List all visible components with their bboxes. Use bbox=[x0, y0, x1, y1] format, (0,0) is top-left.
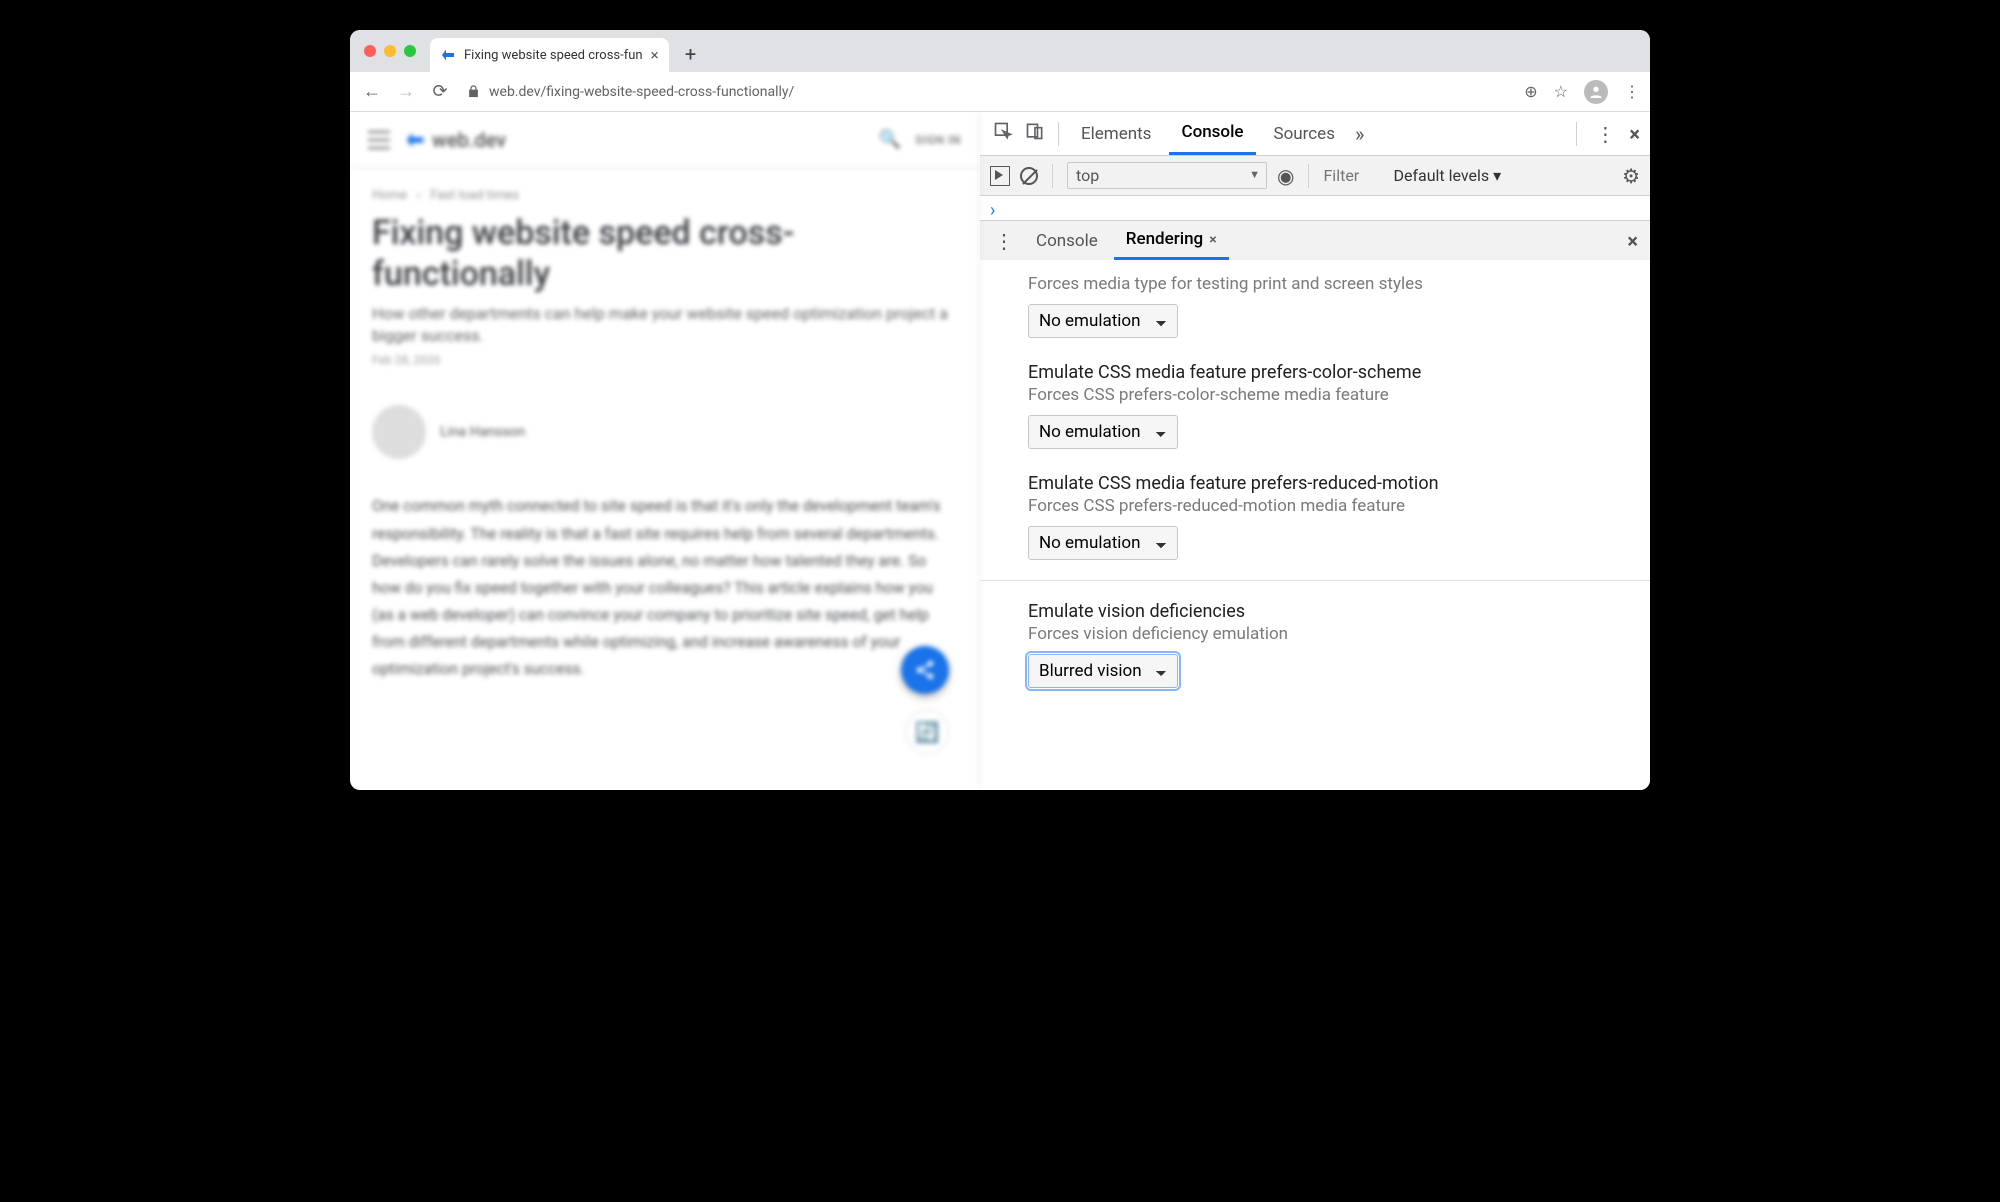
maximize-window-button[interactable] bbox=[404, 45, 416, 57]
sign-in-button[interactable]: SIGN IN bbox=[915, 133, 961, 147]
clear-console-icon[interactable] bbox=[1020, 167, 1038, 185]
new-tab-button[interactable]: + bbox=[677, 40, 705, 68]
menu-icon[interactable] bbox=[368, 131, 390, 149]
browser-toolbar: ← → ⟳ web.dev/fixing-website-speed-cross… bbox=[350, 72, 1650, 112]
devtools-tab-bar: Elements Console Sources » ⋮ × bbox=[980, 112, 1650, 156]
share-fab-button[interactable] bbox=[901, 646, 949, 694]
section-media-type: Forces media type for testing print and … bbox=[980, 264, 1650, 352]
site-brand[interactable]: web.dev bbox=[404, 128, 506, 152]
page-title: Fixing website speed cross-functionally bbox=[350, 207, 979, 301]
drawer-tab-close-icon[interactable]: × bbox=[1209, 232, 1216, 248]
color-scheme-select[interactable]: No emulation bbox=[1028, 415, 1178, 449]
drawer-menu-icon[interactable]: ⋮ bbox=[988, 229, 1020, 253]
vision-deficiency-select[interactable]: Blurred vision bbox=[1028, 654, 1178, 688]
context-label: top bbox=[1076, 166, 1099, 185]
url-text: web.dev/fixing-website-speed-cross-funct… bbox=[489, 84, 794, 100]
more-tabs-icon[interactable]: » bbox=[1355, 122, 1364, 146]
minimize-window-button[interactable] bbox=[384, 45, 396, 57]
reload-button[interactable]: ⟳ bbox=[428, 81, 452, 102]
site-header: web.dev 🔍 SIGN IN bbox=[350, 112, 979, 168]
profile-avatar-icon[interactable] bbox=[1584, 80, 1608, 104]
console-toolbar: top ◉ Default levels ▾ ⚙ bbox=[980, 156, 1650, 196]
content-area: web.dev 🔍 SIGN IN Home › Fast load times… bbox=[350, 112, 1650, 790]
rendering-panel: Forces media type for testing print and … bbox=[980, 260, 1650, 790]
webpage-viewport: web.dev 🔍 SIGN IN Home › Fast load times… bbox=[350, 112, 980, 790]
color-scheme-desc: Forces CSS prefers-color-scheme media fe… bbox=[1028, 385, 1634, 405]
brand-text: web.dev bbox=[432, 128, 506, 152]
devtools-panel: Elements Console Sources » ⋮ × top ◉ bbox=[980, 112, 1650, 790]
section-reduced-motion: Emulate CSS media feature prefers-reduce… bbox=[980, 463, 1650, 574]
media-type-select[interactable]: No emulation bbox=[1028, 304, 1178, 338]
article-body: One common myth connected to site speed … bbox=[350, 483, 979, 693]
reduced-motion-title: Emulate CSS media feature prefers-reduce… bbox=[1028, 473, 1634, 494]
translate-fab-button[interactable]: 🔄 bbox=[905, 710, 949, 754]
live-expression-icon[interactable]: ◉ bbox=[1277, 164, 1294, 188]
tab-console[interactable]: Console bbox=[1169, 112, 1255, 155]
forward-button[interactable]: → bbox=[394, 81, 418, 102]
tab-sources[interactable]: Sources bbox=[1262, 114, 1347, 154]
close-window-button[interactable] bbox=[364, 45, 376, 57]
author-block: Lina Hansson bbox=[350, 387, 979, 483]
browser-tab[interactable]: Fixing website speed cross-fun × bbox=[430, 38, 669, 72]
page-subtitle: How other departments can help make your… bbox=[350, 301, 979, 350]
execution-context-icon[interactable] bbox=[990, 166, 1010, 186]
breadcrumb-section[interactable]: Fast load times bbox=[430, 188, 519, 203]
author-name: Lina Hansson bbox=[440, 424, 525, 440]
bookmark-icon[interactable]: ☆ bbox=[1554, 82, 1568, 101]
vision-title: Emulate vision deficiencies bbox=[1028, 601, 1634, 622]
window-controls bbox=[360, 45, 424, 57]
drawer-tab-rendering-label: Rendering bbox=[1126, 229, 1203, 249]
page-date: Feb 28, 2020 bbox=[350, 349, 979, 387]
inspect-element-icon[interactable] bbox=[990, 121, 1016, 146]
drawer-tab-console[interactable]: Console bbox=[1024, 223, 1110, 259]
section-color-scheme: Emulate CSS media feature prefers-color-… bbox=[980, 352, 1650, 463]
log-levels-dropdown[interactable]: Default levels ▾ bbox=[1393, 166, 1501, 185]
chrome-menu-icon[interactable]: ⋮ bbox=[1624, 82, 1640, 101]
browser-window: Fixing website speed cross-fun × + ← → ⟳… bbox=[350, 30, 1650, 790]
vision-desc: Forces vision deficiency emulation bbox=[1028, 624, 1634, 644]
back-button[interactable]: ← bbox=[360, 81, 384, 102]
console-settings-icon[interactable]: ⚙ bbox=[1622, 164, 1640, 188]
tab-favicon-icon bbox=[440, 47, 456, 63]
drawer-tab-rendering[interactable]: Rendering × bbox=[1114, 221, 1229, 260]
toolbar-right: ⊕ ☆ ⋮ bbox=[1524, 80, 1640, 104]
reduced-motion-select[interactable]: No emulation bbox=[1028, 526, 1178, 560]
context-selector[interactable]: top bbox=[1067, 162, 1267, 189]
console-filter-input[interactable] bbox=[1323, 166, 1383, 185]
address-bar[interactable]: web.dev/fixing-website-speed-cross-funct… bbox=[462, 84, 1514, 100]
share-icon bbox=[914, 659, 936, 681]
breadcrumb-home[interactable]: Home bbox=[372, 188, 407, 203]
drawer-close-icon[interactable]: × bbox=[1627, 229, 1642, 253]
section-vision-deficiencies: Emulate vision deficiencies Forces visio… bbox=[980, 580, 1650, 702]
devtools-menu-icon[interactable]: ⋮ bbox=[1595, 122, 1615, 146]
media-type-desc: Forces media type for testing print and … bbox=[1028, 274, 1634, 294]
drawer-tab-bar: ⋮ Console Rendering × × bbox=[980, 220, 1650, 260]
lock-icon bbox=[466, 84, 481, 99]
breadcrumb: Home › Fast load times bbox=[350, 168, 979, 207]
search-icon[interactable]: 🔍 bbox=[879, 129, 901, 150]
tab-close-icon[interactable]: × bbox=[651, 48, 659, 63]
tab-elements[interactable]: Elements bbox=[1069, 114, 1163, 154]
tab-title: Fixing website speed cross-fun bbox=[464, 48, 643, 63]
tab-strip: Fixing website speed cross-fun × + bbox=[350, 30, 1650, 72]
color-scheme-title: Emulate CSS media feature prefers-color-… bbox=[1028, 362, 1634, 383]
console-prompt[interactable]: › bbox=[980, 196, 1650, 220]
brand-icon bbox=[404, 129, 426, 151]
devtools-close-icon[interactable]: × bbox=[1629, 122, 1640, 146]
author-avatar bbox=[372, 405, 426, 459]
device-toolbar-icon[interactable] bbox=[1022, 121, 1048, 146]
install-icon[interactable]: ⊕ bbox=[1524, 82, 1537, 101]
reduced-motion-desc: Forces CSS prefers-reduced-motion media … bbox=[1028, 496, 1634, 516]
